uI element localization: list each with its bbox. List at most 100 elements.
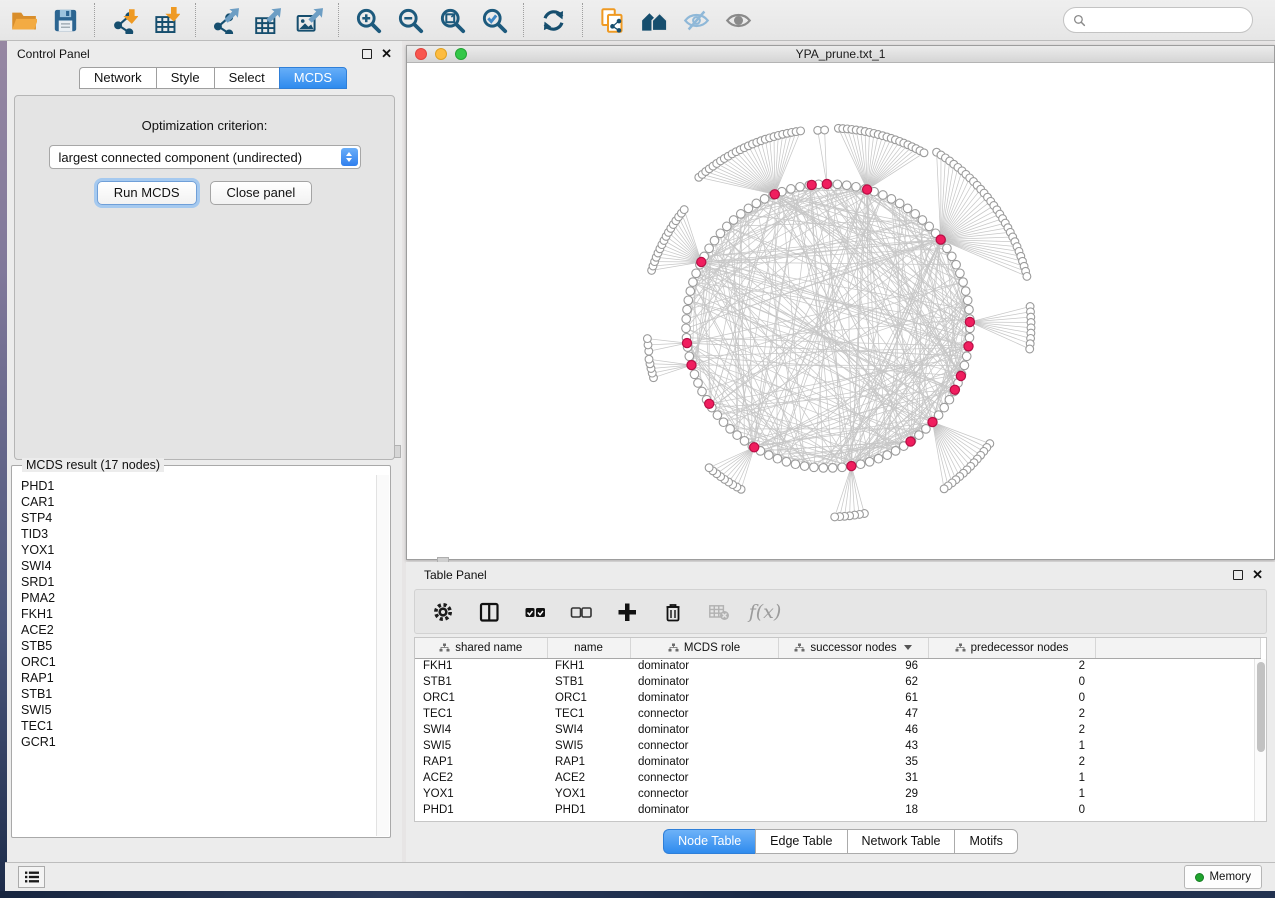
tab-network-table[interactable]: Network Table [847, 829, 955, 854]
cell-empty [1095, 770, 1261, 786]
zoom-in-button[interactable] [353, 5, 383, 35]
list-icon [24, 870, 40, 884]
table-row[interactable]: ORC1ORC1dominator610 [415, 690, 1261, 706]
show-all-button[interactable] [723, 5, 753, 35]
table-row[interactable]: SWI4SWI4dominator462 [415, 722, 1261, 738]
tab-select[interactable]: Select [214, 67, 279, 89]
tab-network[interactable]: Network [79, 67, 156, 89]
table-row[interactable]: YOX1YOX1connector291 [415, 786, 1261, 802]
add-row-button[interactable] [615, 600, 639, 624]
table-row[interactable]: STB1STB1dominator620 [415, 674, 1261, 690]
result-scrollbar[interactable] [376, 475, 389, 836]
export-table-icon [254, 7, 281, 34]
select-stepper-icon [341, 148, 358, 166]
zoom-fit-button[interactable] [437, 5, 467, 35]
result-node[interactable]: PMA2 [21, 590, 377, 606]
table-row[interactable]: RAP1RAP1dominator352 [415, 754, 1261, 770]
column-header-predecessor-nodes[interactable]: predecessor nodes [928, 638, 1095, 658]
table-row[interactable]: TEC1TEC1connector472 [415, 706, 1261, 722]
zoom-out-button[interactable] [395, 5, 425, 35]
tab-edge-table[interactable]: Edge Table [755, 829, 846, 854]
cell-predecessor-nodes: 0 [928, 690, 1095, 706]
result-node[interactable]: TEC1 [21, 718, 377, 734]
cell-MCDS-role: connector [630, 706, 778, 722]
table-settings-button[interactable] [431, 600, 455, 624]
result-node[interactable]: STB1 [21, 686, 377, 702]
result-node[interactable]: RAP1 [21, 670, 377, 686]
import-network-file-button[interactable] [109, 5, 139, 35]
zoom-selected-button[interactable] [479, 5, 509, 35]
memory-status-icon [1195, 873, 1204, 882]
result-node[interactable]: ORC1 [21, 654, 377, 670]
cell-name: ORC1 [547, 690, 630, 706]
cell-successor-nodes: 46 [778, 722, 928, 738]
import-network-file-icon [111, 7, 138, 34]
table-scrollbar-thumb[interactable] [1257, 662, 1265, 752]
import-table-file-button[interactable] [151, 5, 181, 35]
save-session-button[interactable] [50, 5, 80, 35]
open-file-button[interactable] [8, 5, 38, 35]
refresh-view-button[interactable] [538, 5, 568, 35]
delete-row-button[interactable] [661, 600, 685, 624]
cell-MCDS-role: dominator [630, 690, 778, 706]
table-row[interactable]: ACE2ACE2connector311 [415, 770, 1261, 786]
search-input[interactable] [1091, 13, 1241, 27]
cell-name: SWI4 [547, 722, 630, 738]
run-mcds-button[interactable]: Run MCDS [97, 181, 197, 205]
table-scrollbar[interactable] [1254, 659, 1266, 821]
table-row[interactable]: FKH1FKH1dominator962 [415, 658, 1261, 674]
column-namespace-icon [794, 643, 805, 653]
float-table-panel-icon[interactable] [1233, 570, 1243, 580]
export-table-button[interactable] [252, 5, 282, 35]
column-header-name[interactable]: name [547, 638, 630, 658]
cell-empty [1095, 754, 1261, 770]
export-network-button[interactable] [210, 5, 240, 35]
column-header-successor-nodes[interactable]: successor nodes [778, 638, 928, 658]
tab-mcds[interactable]: MCDS [279, 67, 347, 89]
mcds-result-list[interactable]: PHD1CAR1STP4TID3YOX1SWI4SRD1PMA2FKH1ACE2… [13, 475, 377, 836]
export-network-icon [212, 7, 239, 34]
result-node[interactable]: PHD1 [21, 478, 377, 494]
result-node[interactable]: SWI4 [21, 558, 377, 574]
result-node[interactable]: CAR1 [21, 494, 377, 510]
cell-MCDS-role: dominator [630, 674, 778, 690]
table-row[interactable]: PHD1PHD1dominator180 [415, 802, 1261, 818]
network-graph-canvas[interactable] [407, 63, 1274, 559]
deselect-all-button[interactable] [569, 600, 593, 624]
task-history-button[interactable] [18, 866, 45, 888]
close-panel-button[interactable]: Close panel [210, 181, 313, 205]
search-box[interactable] [1063, 7, 1253, 33]
select-all-button[interactable] [523, 600, 547, 624]
open-file-icon [10, 7, 37, 34]
show-columns-button[interactable] [477, 600, 501, 624]
cell-predecessor-nodes: 1 [928, 738, 1095, 754]
close-table-panel-icon[interactable]: ✕ [1252, 570, 1263, 580]
result-node[interactable]: STB5 [21, 638, 377, 654]
float-panel-icon[interactable] [362, 49, 372, 59]
result-node[interactable]: SWI5 [21, 702, 377, 718]
first-neighbors-button[interactable] [639, 5, 669, 35]
hide-selected-button[interactable] [681, 5, 711, 35]
optimization-criterion-select[interactable]: largest connected component (undirected) [49, 145, 361, 169]
close-panel-icon[interactable]: ✕ [381, 49, 392, 59]
result-node[interactable]: TID3 [21, 526, 377, 542]
clone-network-button[interactable] [597, 5, 627, 35]
column-header-shared-name[interactable]: shared name [415, 638, 547, 658]
tab-node-table[interactable]: Node Table [663, 829, 755, 854]
result-node[interactable]: GCR1 [21, 734, 377, 750]
table-panel-title: Table Panel [424, 568, 487, 582]
memory-button[interactable]: Memory [1184, 865, 1262, 889]
tab-motifs[interactable]: Motifs [954, 829, 1017, 854]
export-image-button[interactable] [294, 5, 324, 35]
panel-divider-handle[interactable] [394, 445, 401, 458]
result-node[interactable]: STP4 [21, 510, 377, 526]
result-node[interactable]: FKH1 [21, 606, 377, 622]
result-node[interactable]: ACE2 [21, 622, 377, 638]
column-header-MCDS-role[interactable]: MCDS role [630, 638, 778, 658]
result-node[interactable]: SRD1 [21, 574, 377, 590]
tab-style[interactable]: Style [156, 67, 214, 89]
optimization-criterion-label: Optimization criterion: [15, 118, 394, 133]
result-node[interactable]: YOX1 [21, 542, 377, 558]
table-row[interactable]: SWI5SWI5connector431 [415, 738, 1261, 754]
node-table-container: shared namename MCDS role successor node… [414, 637, 1267, 822]
